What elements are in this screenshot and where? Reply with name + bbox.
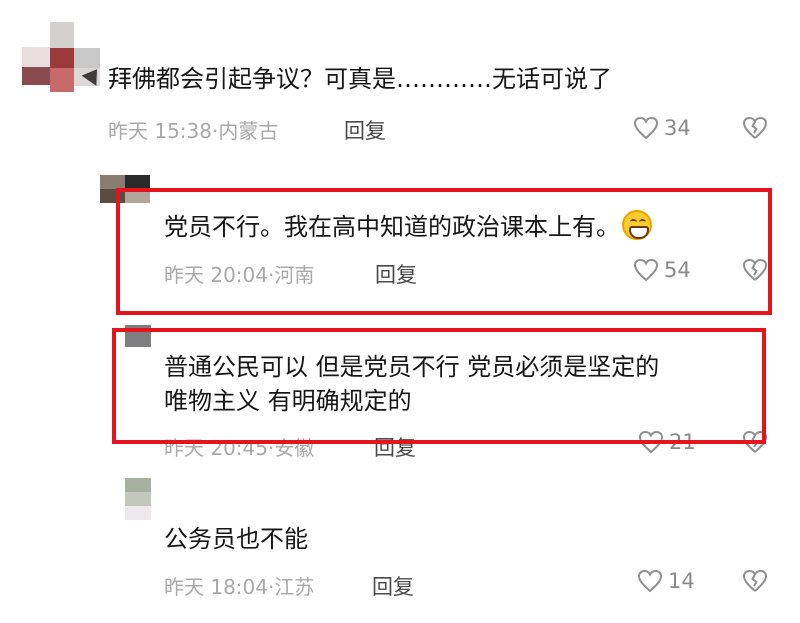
reply-text: 公务员也不能 — [164, 525, 308, 553]
reply-button[interactable]: 回复 — [344, 115, 386, 145]
avatar[interactable] — [125, 478, 151, 520]
avatar[interactable] — [125, 325, 151, 347]
reply-meta: 昨天 18:04·江苏 — [164, 575, 315, 599]
highlight-box — [116, 188, 772, 315]
like-button[interactable]: 54 — [633, 258, 691, 282]
like-count: 21 — [669, 430, 696, 454]
comment-location: 内蒙古 — [218, 119, 279, 143]
comment-meta: 昨天 15:38·内蒙古 — [108, 119, 279, 143]
avatar[interactable] — [22, 22, 100, 100]
like-button[interactable]: 34 — [633, 116, 691, 140]
heart-icon — [637, 569, 663, 593]
broken-heart-icon — [742, 569, 768, 593]
dislike-button[interactable] — [742, 116, 768, 140]
reply-location: 江苏 — [274, 575, 315, 599]
broken-heart-icon — [742, 116, 768, 140]
dislike-button[interactable] — [742, 258, 768, 282]
reply-location: 安徽 — [274, 436, 315, 460]
comment-text: 拜佛都会引起争议？可真是…………无话可说了 — [108, 65, 612, 93]
reply-meta: 昨天 20:04·河南 — [164, 263, 315, 287]
dislike-button[interactable] — [742, 569, 768, 593]
reply-text-line: 普通公民可以 但是党员不行 党员必须是坚定的 — [164, 353, 660, 381]
reply-time: 昨天 20:45 — [164, 436, 268, 460]
reply-button[interactable]: 回复 — [375, 259, 417, 289]
broken-heart-icon — [742, 258, 768, 282]
reply-text-line: 唯物主义 有明确规定的 — [164, 387, 412, 415]
reply-time: 昨天 20:04 — [164, 263, 268, 287]
like-count: 34 — [664, 116, 691, 140]
reply-location: 河南 — [274, 263, 315, 287]
heart-icon — [633, 258, 659, 282]
reply-time: 昨天 18:04 — [164, 575, 268, 599]
like-button[interactable]: 21 — [638, 430, 696, 454]
dislike-button[interactable] — [742, 430, 768, 454]
broken-heart-icon — [742, 430, 768, 454]
like-button[interactable]: 14 — [637, 569, 695, 593]
reply-button[interactable]: 回复 — [372, 571, 414, 601]
comment-time: 昨天 15:38 — [108, 119, 212, 143]
like-count: 54 — [664, 258, 691, 282]
like-count: 14 — [668, 569, 695, 593]
reply-text: 党员不行。我在高中知道的政治课本上有。 — [164, 210, 652, 244]
grinning-face-icon — [622, 210, 652, 240]
heart-icon — [638, 430, 664, 454]
reply-meta: 昨天 20:45·安徽 — [164, 436, 315, 460]
avatar[interactable] — [100, 175, 150, 203]
heart-icon — [633, 116, 659, 140]
reply-button[interactable]: 回复 — [374, 432, 416, 462]
